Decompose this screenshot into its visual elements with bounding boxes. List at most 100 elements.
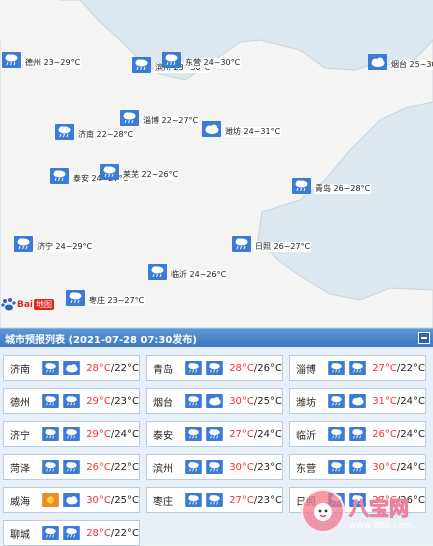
panel-header: 城市预报列表 (2021-07-28 07:30发布) (0, 329, 433, 347)
forecast-high: 28°C (86, 362, 111, 374)
map-city-label: 济南 22~28°C (77, 130, 135, 140)
watermark-url: www.8bb.com (349, 520, 413, 531)
forecast-row[interactable]: 威海 30°C/25°C (3, 487, 140, 513)
map-city-marker[interactable]: 东营 24~30°C (162, 52, 242, 68)
rain-weather-icon (184, 427, 203, 441)
forecast-row[interactable]: 枣庄 27°C/23°C (146, 487, 283, 513)
rain-weather-icon (55, 124, 74, 140)
map-city-label: 青岛 26~28°C (314, 184, 372, 194)
forecast-row[interactable]: 东营 30°C/24°C (289, 454, 426, 480)
forecast-city: 东营 (296, 463, 316, 475)
map-city-marker[interactable]: 枣庄 23~27°C (66, 290, 146, 306)
forecast-low: 22°C (114, 461, 139, 473)
forecast-row[interactable]: 济南 28°C/22°C (3, 355, 140, 381)
map-city-label: 临沂 24~26°C (170, 270, 228, 280)
forecast-row[interactable]: 菏泽 26°C/22°C (3, 454, 140, 480)
forecast-row[interactable]: 泰安 27°C/24°C (146, 421, 283, 447)
panel-title: 城市预报列表 (2021-07-28 07:30发布) (5, 334, 197, 346)
forecast-low: 22°C (114, 527, 139, 539)
forecast-row[interactable]: 德州 29°C/23°C (3, 388, 140, 414)
rain-weather-icon (14, 236, 33, 252)
baidu-map-logo: Bai 地图 (1, 298, 55, 311)
forecast-high: 28°C (86, 527, 111, 539)
forecast-low: 24°C (400, 428, 425, 440)
map-city-label: 烟台 25~30°C (390, 60, 433, 70)
forecast-row[interactable]: 烟台 30°C/25°C (146, 388, 283, 414)
forecast-low: 24°C (114, 428, 139, 440)
forecast-low: 22°C (114, 362, 139, 374)
forecast-row[interactable]: 临沂 26°C/24°C (289, 421, 426, 447)
rain-weather-icon (50, 168, 69, 184)
rain-weather-icon (100, 164, 119, 180)
forecast-low: 23°C (114, 395, 139, 407)
map-city-label: 德州 23~29°C (24, 58, 82, 68)
rain-weather-icon (184, 361, 203, 375)
forecast-city: 聊城 (10, 529, 30, 541)
cloudy-weather-icon (205, 394, 224, 408)
cloudy-weather-icon (202, 121, 221, 137)
map-city-label: 莱芜 22~26°C (122, 170, 180, 180)
forecast-row[interactable]: 聊城 28°C/22°C (3, 520, 140, 546)
rain-weather-icon (205, 460, 224, 474)
rain-weather-icon (62, 427, 81, 441)
map-city-label: 日照 26~27°C (254, 242, 312, 252)
forecast-city: 泰安 (153, 430, 173, 442)
forecast-high: 30°C (372, 461, 397, 473)
map-city-marker[interactable]: 青岛 26~28°C (292, 178, 372, 194)
forecast-low: 24°C (400, 395, 425, 407)
forecast-row[interactable]: 滨州 30°C/23°C (146, 454, 283, 480)
rain-weather-icon (162, 52, 181, 68)
rain-weather-icon (41, 361, 60, 375)
forecast-city: 滨州 (153, 463, 173, 475)
rain-weather-icon (132, 57, 151, 73)
forecast-row[interactable]: 潍坊 31°C/24°C (289, 388, 426, 414)
weather-map[interactable]: 德州 23~29°C滨州 23~30°C东营 24~30°C烟台 25~30°C… (0, 0, 433, 328)
forecast-low: 23°C (257, 494, 282, 506)
site-watermark: 八宝网 www.8bb.com (301, 486, 429, 536)
forecast-high: 29°C (86, 395, 111, 407)
forecast-low: 23°C (257, 461, 282, 473)
forecast-row[interactable]: 济宁 29°C/24°C (3, 421, 140, 447)
map-city-marker[interactable]: 潍坊 24~31°C (202, 121, 282, 137)
cloudy-weather-icon (348, 394, 367, 408)
collapse-button[interactable] (418, 332, 430, 344)
map-city-marker[interactable]: 济宁 24~29°C (14, 236, 94, 252)
rain-weather-icon (2, 52, 21, 68)
map-city-marker[interactable]: 临沂 24~26°C (148, 264, 228, 280)
forecast-city: 德州 (10, 397, 30, 409)
baidu-paw-icon (1, 298, 16, 311)
rain-weather-icon (62, 394, 81, 408)
map-city-marker[interactable]: 烟台 25~30°C (368, 54, 433, 70)
rain-weather-icon (327, 460, 346, 474)
rain-weather-icon (41, 394, 60, 408)
rain-weather-icon (348, 427, 367, 441)
rain-weather-icon (327, 361, 346, 375)
rain-weather-icon (348, 361, 367, 375)
rain-weather-icon (292, 178, 311, 194)
map-city-marker[interactable]: 莱芜 22~26°C (100, 164, 180, 180)
map-city-label: 东营 24~30°C (184, 58, 242, 68)
rain-weather-icon (232, 236, 251, 252)
forecast-high: 29°C (86, 428, 111, 440)
rain-weather-icon (66, 290, 85, 306)
rain-weather-icon (327, 394, 346, 408)
forecast-low: 25°C (114, 494, 139, 506)
forecast-high: 31°C (372, 395, 397, 407)
forecast-low: 26°C (257, 362, 282, 374)
map-city-label: 枣庄 23~27°C (88, 296, 146, 306)
map-city-marker[interactable]: 日照 26~27°C (232, 236, 312, 252)
forecast-high: 27°C (372, 362, 397, 374)
forecast-city: 临沂 (296, 430, 316, 442)
forecast-row[interactable]: 淄博 27°C/22°C (289, 355, 426, 381)
rain-weather-icon (205, 361, 224, 375)
baidu-text: Bai (17, 299, 34, 310)
map-city-marker[interactable]: 德州 23~29°C (2, 52, 82, 68)
forecast-panel: 城市预报列表 (2021-07-28 07:30发布) 济南 28°C/22°C 青… (0, 328, 433, 546)
rain-weather-icon (41, 460, 60, 474)
forecast-high: 28°C (229, 362, 254, 374)
forecast-high: 27°C (229, 494, 254, 506)
map-city-label: 淄博 22~27°C (142, 116, 200, 126)
rain-weather-icon (205, 493, 224, 507)
forecast-row[interactable]: 青岛 28°C/26°C (146, 355, 283, 381)
map-city-marker[interactable]: 济南 22~28°C (55, 124, 135, 140)
